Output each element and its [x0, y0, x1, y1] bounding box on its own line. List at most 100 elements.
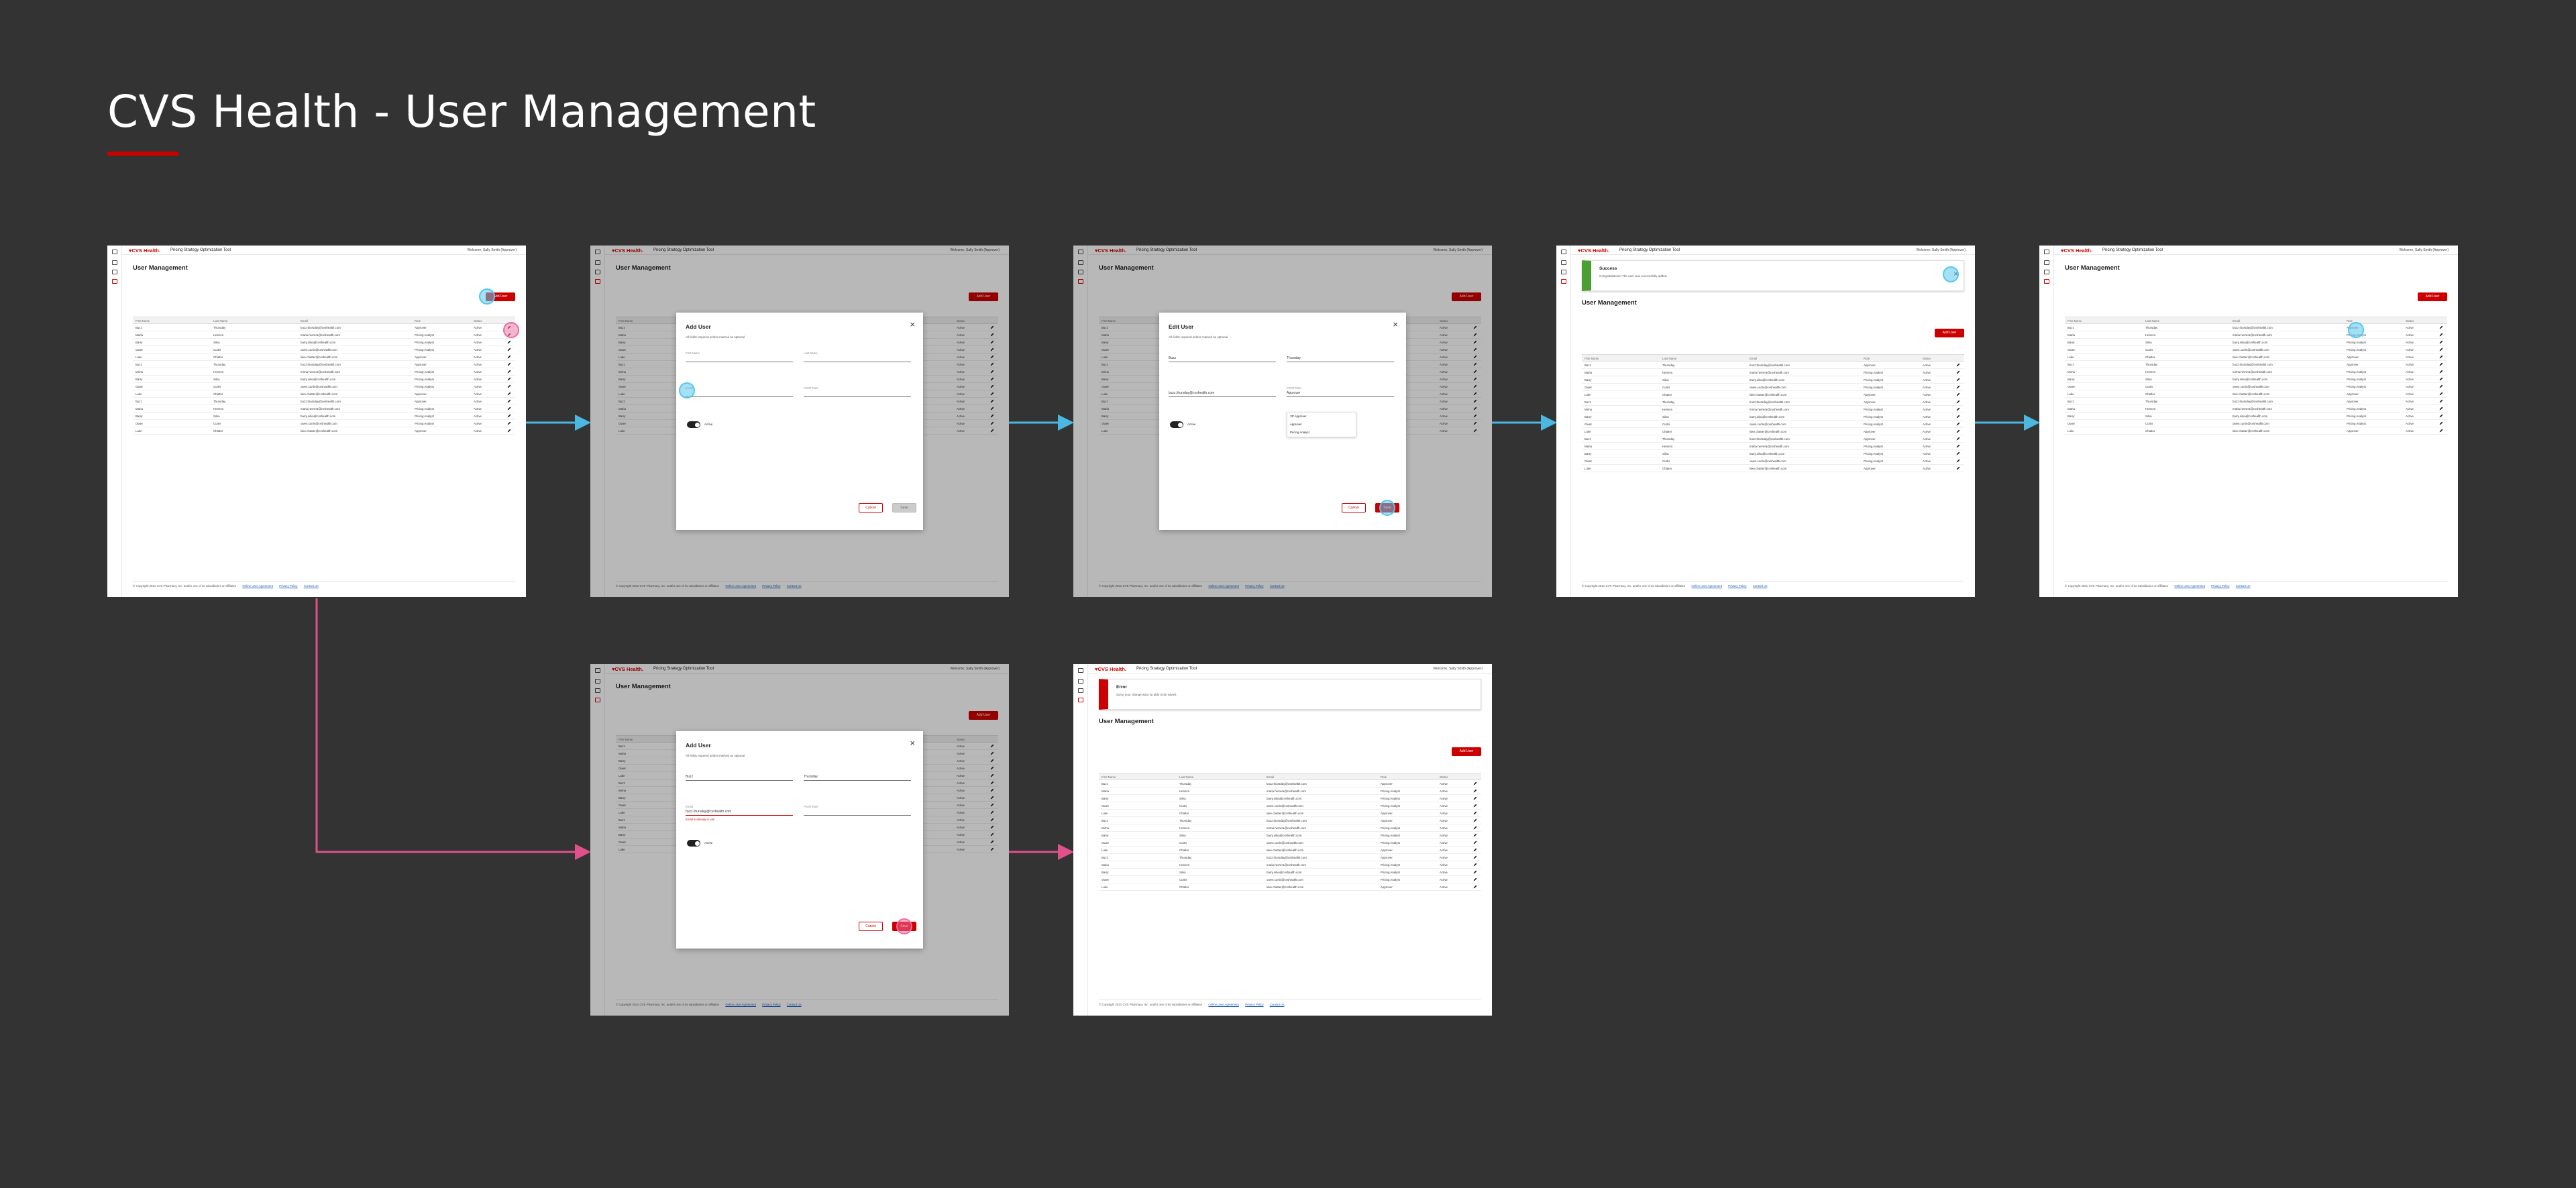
cancel-button[interactable]: Cancel [859, 922, 883, 931]
col-email[interactable]: Email [301, 319, 308, 323]
footer-link-privacy[interactable]: Privacy Policy [2211, 584, 2229, 588]
col-role[interactable]: Role [2347, 319, 2353, 323]
footer-link-agreement[interactable]: Online User Agreement [2174, 584, 2205, 588]
edit-pencil-icon[interactable] [1473, 848, 1477, 852]
footer-link-privacy[interactable]: Privacy Policy [1728, 584, 1746, 588]
add-user-button[interactable]: Add User [1452, 747, 1481, 756]
footer-link-contact[interactable]: Contact Us [1753, 584, 1768, 588]
edit-pencil-icon[interactable] [1473, 885, 1477, 889]
footer-link-agreement[interactable]: Online User Agreement [1208, 1003, 1239, 1006]
edit-pencil-icon[interactable] [2439, 333, 2443, 337]
edit-pencil-icon[interactable] [507, 399, 511, 403]
role-option[interactable]: Pricing Analyst [1287, 429, 1356, 437]
col-first-name[interactable]: First Name [1585, 357, 1599, 360]
edit-pencil-icon[interactable] [1473, 863, 1477, 867]
edit-pencil-icon[interactable] [1473, 877, 1477, 881]
edit-pencil-icon[interactable] [507, 392, 511, 396]
col-last-name[interactable]: Last Name [1662, 357, 1676, 360]
edit-pencil-icon[interactable] [2439, 325, 2443, 329]
edit-pencil-icon[interactable] [1473, 789, 1477, 793]
user-admin-icon[interactable] [1078, 698, 1083, 702]
edit-pencil-icon[interactable] [1956, 459, 1960, 463]
close-icon[interactable]: × [1393, 319, 1398, 329]
col-email[interactable]: Email [2233, 319, 2240, 323]
edit-pencil-icon[interactable] [1956, 444, 1960, 448]
email-field[interactable]: Email [686, 386, 793, 397]
edit-pencil-icon[interactable] [1956, 451, 1960, 455]
role-option[interactable]: Approver [1287, 421, 1356, 429]
edit-pencil-icon[interactable] [1956, 363, 1960, 367]
first-name-field[interactable]: First Name [686, 352, 793, 362]
first-name-field[interactable]: Buzz [1169, 352, 1276, 362]
menu-icon[interactable] [112, 250, 117, 254]
edit-pencil-icon[interactable] [1956, 392, 1960, 396]
edit-pencil-icon[interactable] [2439, 347, 2443, 352]
edit-pencil-icon[interactable] [507, 384, 511, 388]
email-field[interactable]: Email buzz.thursday@cvshealth.com [686, 805, 793, 816]
edit-pencil-icon[interactable] [1473, 811, 1477, 815]
document-icon[interactable] [1078, 688, 1083, 693]
role-field[interactable]: PSOT Role Approver [1287, 386, 1394, 397]
cvs-logo[interactable]: ♥CVS Health. [1095, 666, 1126, 672]
active-toggle[interactable] [687, 421, 700, 428]
edit-pencil-icon[interactable] [2439, 355, 2443, 359]
document-icon[interactable] [1561, 270, 1566, 274]
first-name-field[interactable]: Buzz [686, 770, 793, 781]
edit-pencil-icon[interactable] [1473, 833, 1477, 837]
edit-pencil-icon[interactable] [507, 414, 511, 418]
edit-pencil-icon[interactable] [1473, 870, 1477, 874]
edit-pencil-icon[interactable] [2439, 421, 2443, 425]
cvs-logo[interactable]: ♥CVS Health. [129, 248, 160, 254]
edit-pencil-icon[interactable] [1956, 415, 1960, 419]
col-role[interactable]: Role [1864, 357, 1870, 360]
save-button[interactable]: Save [892, 503, 916, 512]
edit-icon[interactable] [2044, 260, 2049, 265]
col-first-name[interactable]: First Name [2068, 319, 2082, 323]
edit-pencil-icon[interactable] [1956, 400, 1960, 404]
cancel-button[interactable]: Cancel [859, 503, 883, 512]
edit-pencil-icon[interactable] [507, 370, 511, 374]
last-name-field[interactable]: Last Name [804, 352, 911, 362]
edit-icon[interactable] [1561, 260, 1566, 265]
close-icon[interactable]: × [910, 319, 915, 329]
col-first-name[interactable]: First Name [136, 319, 150, 323]
email-field[interactable]: buzz.thursday@cvshealth.com [1169, 386, 1276, 397]
edit-pencil-icon[interactable] [1956, 407, 1960, 411]
edit-pencil-icon[interactable] [507, 362, 511, 366]
edit-pencil-icon[interactable] [1956, 429, 1960, 433]
edit-pencil-icon[interactable] [2439, 414, 2443, 418]
edit-pencil-icon[interactable] [2439, 377, 2443, 381]
cvs-logo[interactable]: ♥CVS Health. [1578, 248, 1609, 254]
col-status[interactable]: Status [474, 319, 482, 323]
last-name-field[interactable]: Thursday [804, 770, 911, 781]
edit-pencil-icon[interactable] [507, 377, 511, 381]
footer-link-privacy[interactable]: Privacy Policy [279, 584, 297, 588]
edit-pencil-icon[interactable] [1956, 370, 1960, 374]
col-last-name[interactable]: Last Name [213, 319, 227, 323]
active-toggle[interactable] [687, 840, 700, 847]
col-email[interactable]: Email [1267, 775, 1274, 779]
edit-pencil-icon[interactable] [2439, 384, 2443, 388]
edit-pencil-icon[interactable] [2439, 340, 2443, 344]
user-admin-icon[interactable] [2044, 279, 2049, 284]
role-field[interactable]: PSOT Role [804, 386, 911, 397]
menu-icon[interactable] [1561, 250, 1566, 254]
col-last-name[interactable]: Last Name [2145, 319, 2159, 323]
footer-link-agreement[interactable]: Online User Agreement [242, 584, 273, 588]
edit-pencil-icon[interactable] [1473, 818, 1477, 822]
edit-pencil-icon[interactable] [1473, 855, 1477, 859]
edit-pencil-icon[interactable] [2439, 399, 2443, 403]
edit-pencil-icon[interactable] [507, 347, 511, 352]
role-field[interactable]: PSOT Role [804, 805, 911, 816]
footer-link-privacy[interactable]: Privacy Policy [1245, 1003, 1263, 1006]
edit-pencil-icon[interactable] [1956, 378, 1960, 382]
menu-icon[interactable] [2044, 250, 2049, 254]
cvs-logo[interactable]: ♥CVS Health. [2061, 248, 2092, 254]
col-role[interactable]: Role [1381, 775, 1387, 779]
edit-pencil-icon[interactable] [507, 429, 511, 433]
add-user-button[interactable]: Add User [2418, 292, 2447, 301]
footer-link-contact[interactable]: Contact Us [2236, 584, 2251, 588]
edit-pencil-icon[interactable] [507, 340, 511, 344]
footer-link-contact[interactable]: Contact Us [1270, 1003, 1285, 1006]
edit-pencil-icon[interactable] [1956, 466, 1960, 470]
